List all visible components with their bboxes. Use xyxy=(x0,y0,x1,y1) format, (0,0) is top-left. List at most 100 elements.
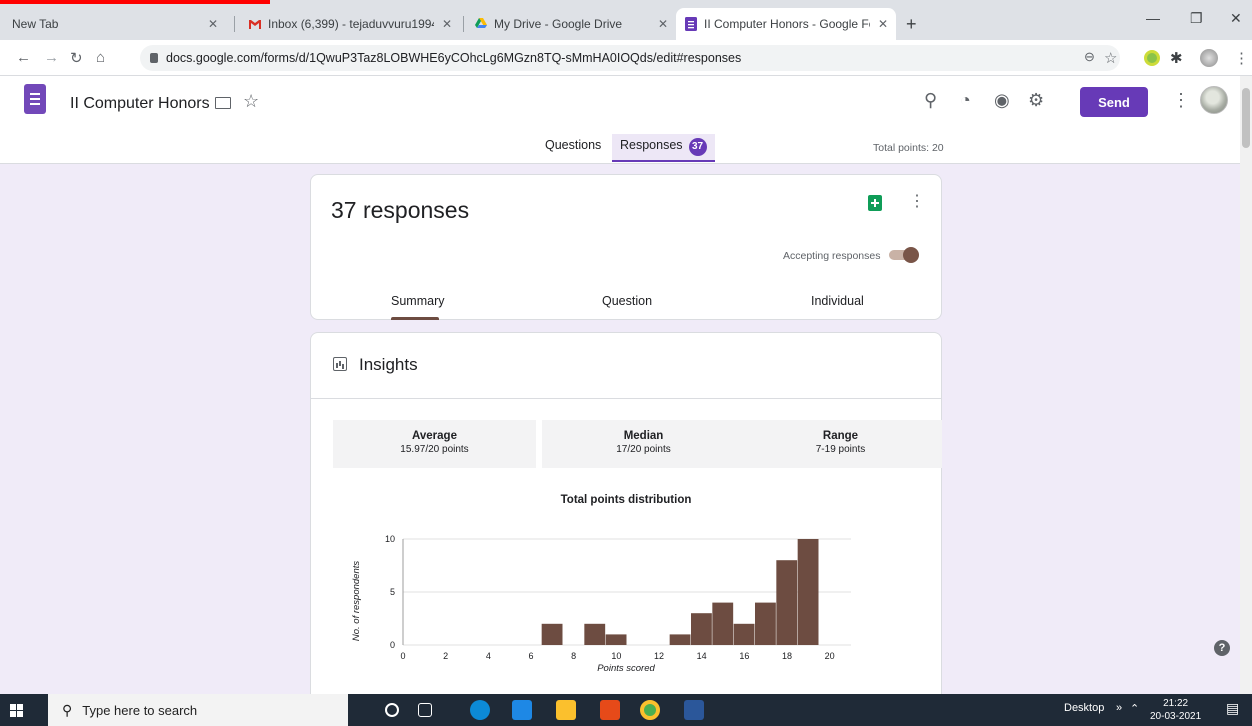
chart-y-tick-label: 10 xyxy=(385,534,395,544)
address-bar[interactable]: docs.google.com/forms/d/1QwuP3Taz8LOBWHE… xyxy=(140,45,1120,71)
url-text: docs.google.com/forms/d/1QwuP3Taz8LOBWHE… xyxy=(166,51,742,65)
tab-gmail[interactable]: Inbox (6,399) - tejaduvvuru1994( ✕ xyxy=(240,8,460,40)
chart-y-tick-label: 5 xyxy=(390,587,395,597)
tab-summary[interactable]: Summary xyxy=(391,294,444,308)
window-close-icon[interactable]: ✕ xyxy=(1230,10,1242,27)
addons-puzzle-icon[interactable]: ⚲ xyxy=(924,90,937,111)
cortana-icon[interactable] xyxy=(385,703,399,717)
stat-value: 7-19 points xyxy=(815,444,866,455)
form-title[interactable]: II Computer Honors xyxy=(70,95,210,113)
new-tab-icon[interactable]: + xyxy=(906,14,917,35)
palette-icon[interactable]: ◔ xyxy=(960,90,971,111)
accepting-responses-toggle[interactable] xyxy=(889,247,919,263)
tab-new-tab[interactable]: New Tab ✕ xyxy=(4,8,226,40)
chart-x-tick-label: 4 xyxy=(486,651,491,661)
restore-icon[interactable]: ❐ xyxy=(1190,10,1203,27)
stat-label: Range xyxy=(822,430,859,442)
notifications-icon[interactable]: ▤ xyxy=(1226,700,1239,717)
chart-title: Total points distribution xyxy=(561,494,692,506)
total-points: Total points: 20 xyxy=(873,142,944,154)
extensions-puzzle-icon[interactable]: ✱ xyxy=(1170,49,1183,67)
windows-taskbar: ⚲ Type here to search Desktop » ⌃ 21:22 … xyxy=(0,694,1252,726)
tab-responses[interactable]: Responses 37 xyxy=(612,134,715,162)
close-icon[interactable]: ✕ xyxy=(878,17,888,31)
tab-title: New Tab xyxy=(12,17,59,31)
folder-icon[interactable] xyxy=(215,97,231,109)
tab-individual[interactable]: Individual xyxy=(811,294,864,308)
settings-gear-icon[interactable]: ⚙ xyxy=(1028,90,1044,111)
task-view-icon[interactable] xyxy=(418,703,432,717)
chart-bar xyxy=(755,602,776,645)
help-icon[interactable]: ? xyxy=(1214,640,1230,656)
office-icon[interactable] xyxy=(600,700,620,720)
tab-title: Inbox (6,399) - tejaduvvuru1994( xyxy=(268,17,434,31)
chart-x-axis-label: Points scored xyxy=(597,663,655,674)
chrome-icon[interactable] xyxy=(640,700,660,720)
tab-responses-label: Responses xyxy=(620,138,683,152)
stat-average: Average 15.97/20 points xyxy=(333,420,536,468)
points-distribution-chart: Total points distribution 0 5 10 0 2 4 6 8 10 12 1… xyxy=(351,494,851,674)
tab-google-forms[interactable]: II Computer Honors - Google For ✕ xyxy=(676,8,896,40)
chrome-menu-icon[interactable]: ⋮ xyxy=(1234,49,1249,67)
profile-avatar[interactable] xyxy=(1200,49,1218,67)
close-icon[interactable]: ✕ xyxy=(442,17,452,31)
taskbar-search-box[interactable]: ⚲ Type here to search xyxy=(48,694,348,726)
chart-bar xyxy=(733,623,755,645)
send-button[interactable]: Send xyxy=(1080,87,1148,117)
tab-question[interactable]: Question xyxy=(602,294,652,308)
windows-start-icon[interactable] xyxy=(10,704,23,717)
stat-range: Range 7-19 points xyxy=(739,420,942,468)
stat-label: Average xyxy=(412,430,457,442)
tab-google-drive[interactable]: My Drive - Google Drive ✕ xyxy=(466,8,676,40)
vertical-scrollbar[interactable] xyxy=(1240,76,1252,694)
forward-arrow-icon[interactable]: → xyxy=(44,49,59,66)
google-forms-logo-icon[interactable] xyxy=(24,84,46,114)
browser-toolbar: ← → ↻ ⌂ docs.google.com/forms/d/1QwuP3Ta… xyxy=(0,40,1252,76)
stat-label: Median xyxy=(623,430,664,442)
chart-x-tick-label: 2 xyxy=(443,651,448,661)
extension-icon[interactable] xyxy=(1144,50,1160,66)
more-options-icon[interactable]: ⋮ xyxy=(909,191,925,211)
tab-questions[interactable]: Questions xyxy=(545,138,601,152)
chart-x-tick-label: 0 xyxy=(400,651,405,661)
chart-x-tick-label: 14 xyxy=(697,651,707,661)
tab-divider xyxy=(234,16,235,32)
google-sheets-icon[interactable] xyxy=(868,195,882,211)
account-avatar[interactable] xyxy=(1200,86,1228,114)
google-drive-icon xyxy=(475,18,487,28)
desktop-toolbar-label[interactable]: Desktop xyxy=(1064,702,1104,714)
accepting-responses-label: Accepting responses xyxy=(783,250,881,262)
chart-bar xyxy=(541,623,563,645)
bookmark-star-icon[interactable]: ☆ xyxy=(1104,49,1117,67)
store-icon[interactable] xyxy=(512,700,532,720)
overflow-chevrons-icon[interactable]: » xyxy=(1116,702,1122,714)
edge-icon[interactable] xyxy=(470,700,490,720)
insights-card: Insights Average 15.97/20 points Median … xyxy=(310,332,942,694)
chart-x-tick-label: 20 xyxy=(825,651,835,661)
zoom-icon[interactable]: ⊖ xyxy=(1084,49,1095,65)
reload-icon[interactable]: ↻ xyxy=(70,49,83,67)
more-options-icon[interactable]: ⋮ xyxy=(1172,90,1190,111)
chart-bar xyxy=(691,613,712,645)
scrollbar-thumb[interactable] xyxy=(1242,88,1250,148)
close-icon[interactable]: ✕ xyxy=(208,17,218,31)
word-icon[interactable] xyxy=(684,700,704,720)
tray-expand-icon[interactable]: ⌃ xyxy=(1130,702,1139,715)
clock-time: 21:22 xyxy=(1163,698,1189,709)
taskbar-clock[interactable]: 21:22 20-03-2021 xyxy=(1150,697,1201,723)
lock-icon xyxy=(150,53,158,63)
insights-title: Insights xyxy=(359,355,418,374)
preview-eye-icon[interactable]: ◉ xyxy=(994,90,1010,111)
chart-bar xyxy=(605,634,627,645)
home-icon[interactable]: ⌂ xyxy=(96,49,105,66)
google-forms-icon xyxy=(685,17,697,31)
chart-x-tick-label: 18 xyxy=(782,651,792,661)
close-icon[interactable]: ✕ xyxy=(658,17,668,31)
chart-x-tick-label: 10 xyxy=(611,651,621,661)
minimize-icon[interactable]: — xyxy=(1146,10,1160,26)
file-explorer-icon[interactable] xyxy=(556,700,576,720)
star-icon[interactable]: ☆ xyxy=(243,91,259,112)
chart-x-tick-label: 12 xyxy=(654,651,664,661)
back-arrow-icon[interactable]: ← xyxy=(16,49,31,66)
gmail-icon xyxy=(249,20,261,29)
